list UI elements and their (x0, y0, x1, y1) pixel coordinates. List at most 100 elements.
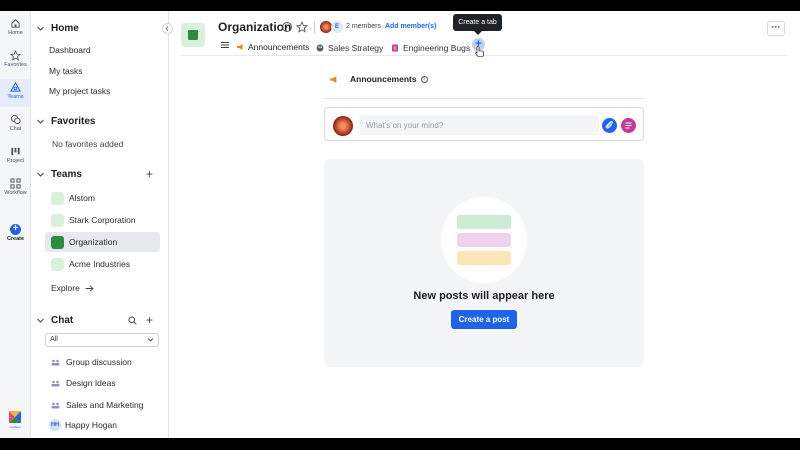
feed-header: Announcements i (329, 74, 428, 84)
star-icon (10, 50, 21, 61)
collapse-sidebar-button[interactable] (162, 23, 173, 34)
team-item-acme-industries[interactable]: Acme Industries (45, 254, 160, 274)
post-input[interactable] (359, 115, 599, 135)
team-item-label: Acme Industries (69, 259, 130, 269)
chat-item-label: Group discussion (66, 357, 132, 367)
megaphone-icon (330, 75, 337, 83)
chevron-down-icon (37, 26, 44, 31)
star-icon[interactable] (296, 21, 308, 33)
rail-home[interactable]: Home (0, 15, 31, 43)
team-item-label: Alstom (69, 193, 95, 203)
team-item-label: Organization (69, 237, 118, 247)
document-icon (392, 44, 398, 51)
sidebar-item-my-project-tasks[interactable]: My project tasks (49, 86, 110, 96)
sidebar-teams-header[interactable]: Teams (36, 169, 82, 180)
team-item-alstom[interactable]: Alstom (45, 188, 160, 208)
palette-icon (316, 44, 324, 51)
add-member-link[interactable]: Add member(s) (385, 23, 436, 30)
avatar (333, 116, 353, 136)
avatar: HH (49, 419, 61, 431)
more-options-button[interactable]: ··· (767, 21, 785, 36)
chevron-down-icon (37, 172, 44, 177)
sidebar-home-header[interactable]: Home (36, 23, 79, 34)
group-icon (51, 359, 60, 365)
team-icon (51, 235, 64, 249)
post-placeholder-pink (457, 233, 511, 247)
tab-underline (181, 55, 787, 56)
rail-project[interactable]: Project (0, 143, 31, 171)
group-icon (51, 402, 60, 408)
sidebar-teams-title: Teams (51, 169, 82, 180)
group-icon (51, 380, 60, 386)
divider (314, 21, 315, 33)
sidebar-home-title: Home (51, 23, 79, 34)
rail-home-label: Home (8, 30, 23, 36)
empty-state-illustration (441, 197, 527, 283)
sidebar-item-dashboard[interactable]: Dashboard (49, 45, 91, 55)
page-title: Organization (218, 20, 292, 34)
sidebar-item-my-tasks[interactable]: My tasks (49, 66, 83, 76)
rail-create[interactable]: + Create (0, 221, 31, 249)
sidebar: Home Dashboard My tasks My project tasks… (32, 11, 169, 438)
sidebar-chat-header[interactable]: Chat (36, 315, 73, 326)
search-icon[interactable] (128, 316, 137, 325)
rail-favorites[interactable]: Favorites (0, 47, 31, 75)
home-icon (11, 19, 20, 28)
rail-teams[interactable]: Teams (0, 79, 31, 107)
avatar: E (331, 21, 343, 33)
tab-sales-strategy[interactable]: Sales Strategy (316, 39, 383, 56)
list-icon[interactable] (621, 118, 636, 133)
rail-chat[interactable]: Chat (0, 111, 31, 139)
main-area: Organization i E 2 members Add member(s)… (169, 11, 800, 438)
add-chat-button[interactable]: + (146, 313, 153, 327)
chat-icon (10, 114, 21, 125)
team-item-organization[interactable]: Organization (45, 232, 160, 252)
megaphone-icon (237, 44, 243, 50)
empty-state-title: New posts will appear here (413, 290, 555, 302)
tab-announcements[interactable]: Announcements (236, 39, 310, 56)
team-item-stark-corporation[interactable]: Stark Corporation (45, 210, 160, 230)
app-window: Home Favorites Teams Chat Project Workfl… (0, 11, 800, 438)
rail-workflow[interactable]: Workflow (0, 175, 31, 203)
chat-item-label: Design Ideas (66, 378, 116, 388)
chat-item-label: Happy Hogan (65, 420, 117, 430)
project-icon (11, 147, 20, 156)
menu-icon[interactable] (221, 41, 229, 49)
chat-filter-select[interactable]: All (45, 333, 159, 347)
team-item-label: Stark Corporation (69, 215, 136, 225)
pointer-cursor-icon (475, 46, 484, 57)
info-icon[interactable]: i (282, 22, 292, 32)
attachment-icon[interactable] (602, 118, 617, 133)
add-team-button[interactable]: + (146, 167, 153, 181)
chat-item-sales-and-marketing[interactable]: Sales and Marketing (51, 400, 144, 410)
workflow-icon (10, 178, 21, 189)
rail-chat-label: Chat (9, 126, 22, 132)
empty-state-card: New posts will appear here Create a post (324, 159, 644, 367)
rail-teams-label: Teams (7, 94, 24, 100)
team-icon (51, 191, 64, 205)
tab-label: Announcements (248, 42, 310, 52)
feed-title: Announcements (350, 74, 417, 84)
chevron-down-icon (147, 338, 154, 342)
chat-item-group-discussion[interactable]: Group discussion (51, 357, 132, 367)
tooltip: Create a tab (453, 14, 502, 35)
post-placeholder-yellow (457, 251, 511, 265)
chat-item-happy-hogan[interactable]: HH Happy Hogan (49, 419, 117, 431)
info-icon[interactable]: i (420, 75, 428, 83)
explore-label: Explore (51, 283, 80, 293)
divider (324, 98, 644, 99)
nav-rail: Home Favorites Teams Chat Project Workfl… (0, 11, 31, 438)
explore-link[interactable]: Explore (51, 283, 94, 293)
sidebar-favorites-title: Favorites (51, 116, 96, 127)
plus-icon: + (10, 224, 21, 235)
arrow-right-icon (85, 284, 94, 292)
sidebar-favorites-header[interactable]: Favorites (36, 116, 95, 127)
chat-item-design-ideas[interactable]: Design Ideas (51, 378, 116, 388)
rail-create-label: Create (6, 236, 25, 242)
create-post-button[interactable]: Create a post (451, 310, 517, 329)
svg-text:nextflow: nextflow (9, 425, 21, 429)
app-logo: nextflow (9, 411, 21, 429)
organization-icon (181, 23, 205, 47)
teams-icon (10, 82, 21, 92)
tab-engineering-bugs[interactable]: Engineering Bugs (391, 39, 470, 56)
